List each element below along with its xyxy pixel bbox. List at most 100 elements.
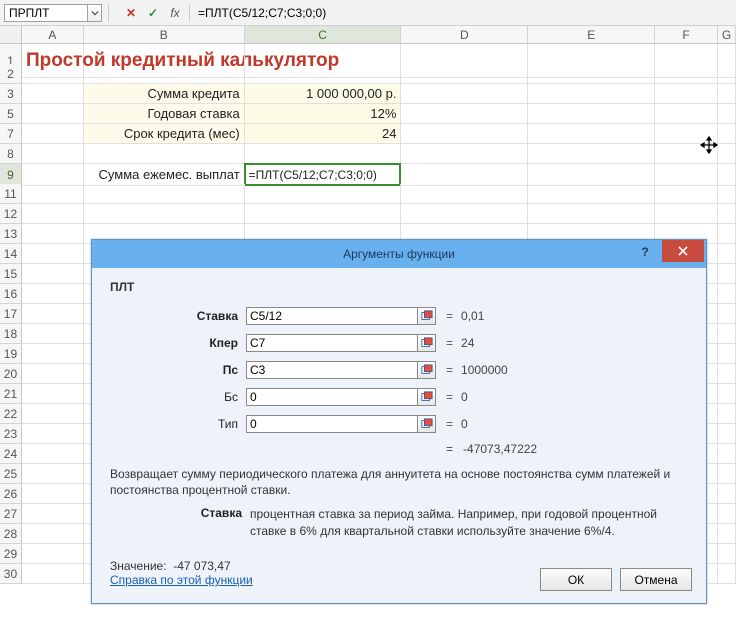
cell-D9[interactable] [401,164,528,186]
cell-F5[interactable] [655,104,718,124]
cell[interactable] [718,264,736,284]
arg-input-Пс[interactable] [246,361,418,379]
cell[interactable] [718,344,736,364]
cell-G2[interactable] [718,64,736,84]
row-header[interactable]: 22 [0,404,22,424]
cell[interactable] [22,224,84,244]
row-header-8[interactable]: 8 [0,144,22,164]
row-header[interactable]: 20 [0,364,22,384]
cell-F7[interactable] [655,124,718,144]
arg-input-Тип[interactable] [246,415,418,433]
cell[interactable] [22,444,84,464]
cell[interactable] [22,524,84,544]
row-header[interactable]: 11 [0,184,22,204]
cell-G7[interactable] [718,124,736,144]
cell[interactable] [245,184,402,204]
range-selector-button[interactable] [418,307,436,325]
row-header[interactable]: 17 [0,304,22,324]
cell-C8[interactable] [245,144,402,164]
cell-E5[interactable] [528,104,655,124]
function-help-link[interactable]: Справка по этой функции [110,573,253,587]
cancel-formula-button[interactable]: ✕ [123,5,139,21]
cell-G5[interactable] [718,104,736,124]
cell-D7[interactable] [401,124,528,144]
row-header[interactable]: 23 [0,424,22,444]
row-header[interactable]: 13 [0,224,22,244]
row-header[interactable]: 27 [0,504,22,524]
cell[interactable] [84,184,245,204]
cell-A9[interactable] [22,164,84,186]
row-header[interactable]: 24 [0,444,22,464]
cell[interactable] [22,324,84,344]
cell[interactable] [718,224,736,244]
cell[interactable] [22,464,84,484]
row-header[interactable]: 12 [0,204,22,224]
ok-button[interactable]: ОК [540,568,612,591]
cell[interactable] [718,484,736,504]
formula-input[interactable] [196,4,732,22]
row-header[interactable]: 25 [0,464,22,484]
cell-F3[interactable] [655,84,718,104]
cell[interactable] [22,404,84,424]
row-header[interactable]: 16 [0,284,22,304]
cell[interactable] [528,184,655,204]
row-header[interactable]: 18 [0,324,22,344]
dialog-close-button[interactable] [662,240,704,262]
cell[interactable] [718,384,736,404]
name-box-dropdown[interactable] [88,4,102,22]
cell[interactable] [22,184,84,204]
row-header-9[interactable]: 9 [0,164,22,186]
cell[interactable] [528,204,655,224]
cell-A5[interactable] [22,104,84,124]
cell[interactable] [718,284,736,304]
cell[interactable] [401,184,528,204]
cell[interactable] [22,304,84,324]
range-selector-button[interactable] [418,388,436,406]
row-header-7[interactable]: 7 [0,124,22,144]
row-header[interactable]: 15 [0,264,22,284]
cell-G9[interactable] [718,164,736,186]
cell[interactable] [718,184,736,204]
col-header-B[interactable]: B [84,26,245,43]
col-header-E[interactable]: E [528,26,655,43]
cell-C9[interactable]: =ПЛТ(C5/12;C7;C3;0;0) [245,164,402,186]
col-header-G[interactable]: G [718,26,736,43]
name-box-input[interactable] [4,4,88,22]
dialog-titlebar[interactable]: Аргументы функции ? [92,240,706,268]
cell-G8[interactable] [718,144,736,164]
cell[interactable] [718,544,736,564]
cell-B9[interactable]: Сумма ежемес. выплат [84,164,245,186]
cell[interactable] [718,244,736,264]
cell[interactable] [22,364,84,384]
cell-A7[interactable] [22,124,84,144]
row-header[interactable]: 19 [0,344,22,364]
cell-editor[interactable]: =ПЛТ(C5/12;C7;C3;0;0) [244,163,402,186]
cell-D8[interactable] [401,144,528,164]
insert-function-button[interactable]: fx [167,5,183,21]
cell[interactable] [22,484,84,504]
cell-F8[interactable] [655,144,718,164]
row-header[interactable]: 30 [0,564,22,584]
accept-formula-button[interactable]: ✓ [145,5,161,21]
cell[interactable] [718,204,736,224]
col-header-C[interactable]: C [245,26,402,43]
cell[interactable] [718,564,736,584]
cell[interactable] [718,444,736,464]
cell[interactable] [401,204,528,224]
row-header-5[interactable]: 5 [0,104,22,124]
cell[interactable] [22,384,84,404]
cell-E2[interactable] [528,64,655,84]
cell-B5[interactable]: Годовая ставка [84,104,245,124]
cell-B8[interactable] [84,144,245,164]
cell-C3[interactable]: 1 000 000,00 р. [245,84,402,104]
cell[interactable] [718,504,736,524]
cell[interactable] [718,304,736,324]
row-header[interactable]: 21 [0,384,22,404]
cell[interactable] [84,204,245,224]
cell-E3[interactable] [528,84,655,104]
col-header-F[interactable]: F [655,26,718,43]
arg-input-Бс[interactable] [246,388,418,406]
cell-C7[interactable]: 24 [245,124,402,144]
row-header[interactable]: 29 [0,544,22,564]
cell-D5[interactable] [401,104,528,124]
